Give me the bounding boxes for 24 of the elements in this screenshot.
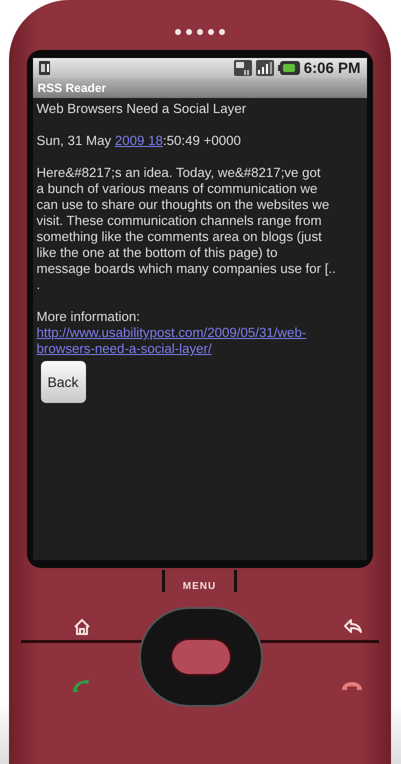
network-3g-icon <box>234 60 252 76</box>
speaker-dot <box>174 29 180 35</box>
article-title: Web Browsers Need a Social Layer <box>36 101 248 117</box>
back-button[interactable]: Back <box>40 361 86 403</box>
back-key-icon[interactable] <box>342 618 362 634</box>
battery-icon <box>278 61 300 75</box>
home-key-icon[interactable] <box>72 618 90 636</box>
speaker-dot <box>196 29 202 35</box>
article-time: :50:49 +0000 <box>162 133 241 148</box>
speaker-dot <box>208 29 214 35</box>
article-summary: Here&#8217;s an idea. Today, we&#8217;ve got a bunch of various means of communication we can use to share our thoughts on the websites we visit. These communication channels range from something like the comments area on blogs (just like the one at the bottom of this page) to message boards which many companies use for [.. . <box>36 165 337 293</box>
speaker-dot <box>218 29 224 35</box>
end-call-key-icon[interactable] <box>340 680 362 692</box>
article-link[interactable]: http://www.usabilitypost.com/2009/05/31/web- browsers-need-a-social-layer/ <box>36 325 362 357</box>
article-date: Sun, 31 May <box>36 133 112 148</box>
date-link[interactable]: 2009 18 <box>114 133 163 148</box>
call-key-icon[interactable] <box>70 678 90 694</box>
menu-key[interactable]: MENU <box>182 580 216 592</box>
sim-icon <box>38 61 50 75</box>
signal-icon <box>256 60 274 76</box>
app-title: RSS Reader <box>32 78 366 98</box>
more-info-label: More information: <box>36 309 141 325</box>
speaker-dot <box>186 29 192 35</box>
clock: 6:06 PM <box>304 60 360 76</box>
